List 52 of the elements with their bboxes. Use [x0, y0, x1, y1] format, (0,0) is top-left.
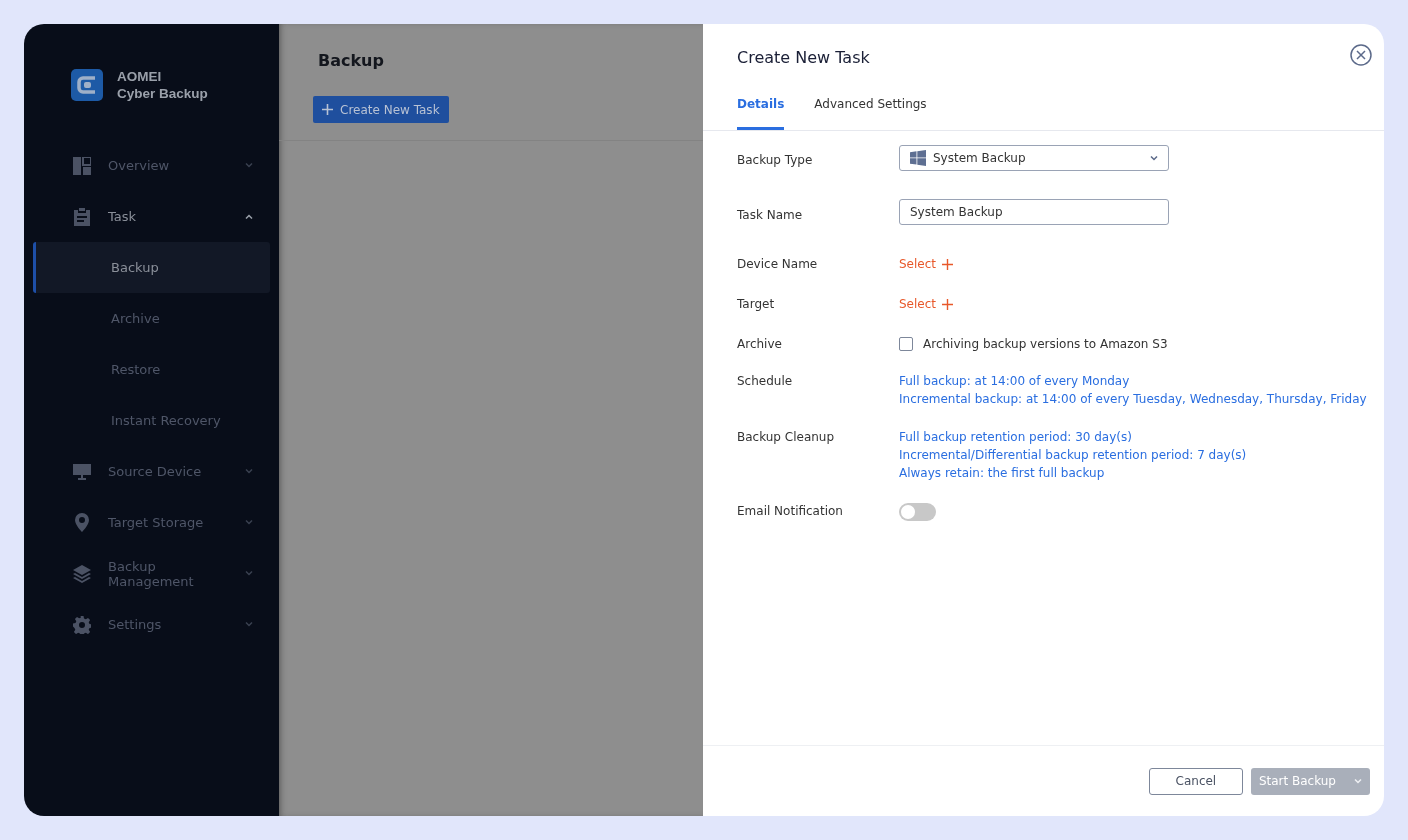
sidebar-item[interactable]: Target Storage	[24, 497, 279, 548]
field-label: Device Name	[737, 256, 819, 273]
select-link[interactable]: Select	[899, 255, 954, 273]
settings-link[interactable]: Always retain: the first full backup	[899, 464, 1247, 482]
app-logo-icon	[71, 69, 103, 101]
field-label: Target	[737, 296, 776, 313]
sidebar-subitem[interactable]: Instant Recovery	[33, 395, 270, 446]
field-label: Archive	[737, 336, 783, 353]
sidebar-item[interactable]: Backup Management	[24, 548, 279, 599]
toggle-switch[interactable]	[899, 503, 936, 521]
backup-type-dropdown[interactable]: System Backup	[899, 145, 1169, 171]
sidebar-subitem[interactable]: Archive	[33, 293, 270, 344]
caret-down-icon	[1150, 155, 1158, 161]
close-icon[interactable]	[1350, 44, 1372, 66]
cancel-button[interactable]: Cancel	[1148, 767, 1243, 795]
field-label: Email Notification	[737, 503, 844, 520]
settings-link[interactable]: Full backup: at 14:00 of every Monday	[899, 372, 1367, 390]
page-title: Backup	[318, 51, 385, 71]
select-link[interactable]: Select	[899, 295, 954, 313]
sidebar-item[interactable]: Overview	[24, 140, 279, 191]
windows-logo-icon	[910, 150, 926, 166]
tab[interactable]: Details	[737, 97, 785, 130]
dashboard-icon	[73, 156, 91, 175]
tab[interactable]: Advanced Settings	[814, 97, 927, 130]
settings-link[interactable]: Incremental backup: at 14:00 of every Tuesday, Wednesday, Thursday, Friday	[899, 390, 1367, 408]
clipboard-icon	[74, 207, 90, 226]
sidebar-item[interactable]: Settings	[24, 599, 279, 650]
checkbox-label: Archiving backup versions to Amazon S3	[923, 336, 1168, 353]
sidebar-item[interactable]: Source Device	[24, 446, 279, 497]
create-task-button[interactable]: Create New Task	[313, 96, 449, 123]
field-label: Backup Cleanup	[737, 429, 836, 446]
drawer-title: Create New Task	[737, 48, 870, 67]
plus-icon	[942, 298, 954, 310]
app-name: Cyber Backup	[117, 85, 208, 102]
settings-link[interactable]: Incremental/Differential backup retention period: 7 day(s)	[899, 446, 1247, 464]
settings-link[interactable]: Full backup retention period: 30 day(s)	[899, 428, 1247, 446]
app-name: AOMEI	[117, 68, 163, 85]
plus-icon	[322, 104, 333, 115]
caret-down-icon	[1354, 778, 1362, 784]
location-pin-icon	[75, 513, 89, 532]
sidebar-item[interactable]: Task	[24, 191, 279, 242]
layers-icon	[73, 564, 91, 583]
field-label: Backup Type	[737, 152, 814, 169]
monitor-icon	[73, 463, 91, 480]
task-name-field[interactable]: System Backup	[899, 199, 1169, 225]
sidebar-subitem[interactable]: Restore	[33, 344, 270, 395]
checkbox[interactable]	[899, 337, 913, 351]
field-label: Schedule	[737, 373, 794, 390]
field-label: Task Name	[737, 207, 804, 224]
plus-icon	[942, 258, 954, 270]
settings-icon	[73, 615, 91, 634]
sidebar-subitem[interactable]: Backup	[33, 242, 270, 293]
